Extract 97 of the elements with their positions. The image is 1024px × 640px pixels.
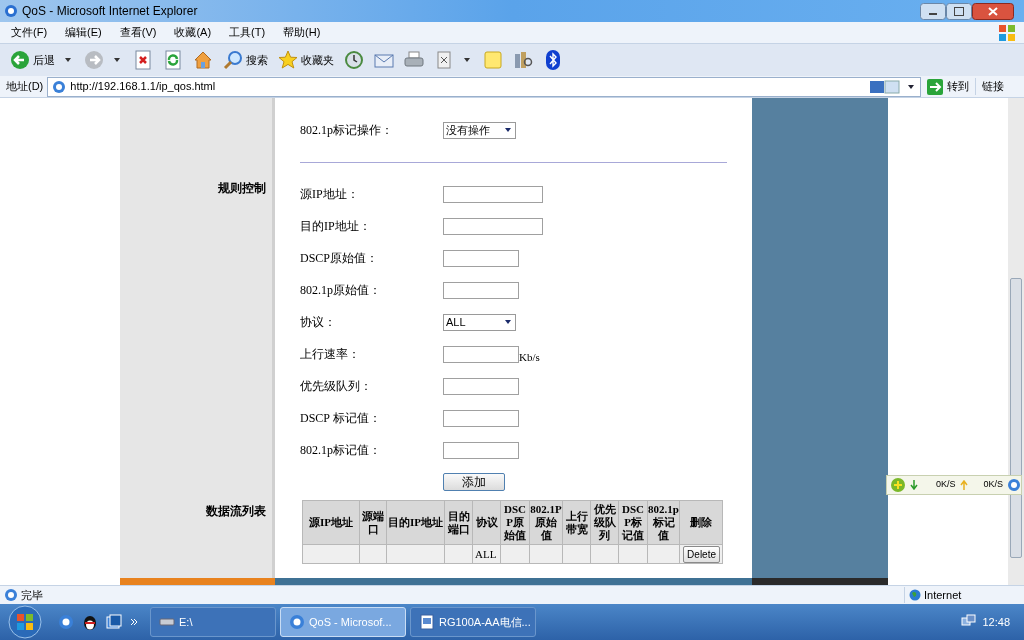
input-field[interactable]	[443, 441, 519, 459]
column-header: 上行带宽	[562, 500, 591, 545]
toolbar-label[interactable]: 搜索	[246, 51, 268, 69]
menu-item[interactable]: 文件(F)	[6, 24, 53, 41]
go-arrow-icon[interactable]	[927, 78, 943, 95]
security-icon	[870, 79, 902, 94]
address-label: 地址(D)	[6, 79, 44, 95]
column-header: 优先级队列	[590, 500, 619, 545]
section-label: 规则控制	[218, 180, 266, 197]
up-arrow-icon	[959, 480, 968, 490]
input-field[interactable]	[443, 409, 519, 427]
ie-logo-icon	[289, 614, 305, 630]
field-label: 目的IP地址：	[300, 218, 372, 235]
column-header: DSCP标记值	[618, 500, 648, 545]
field-label: 源IP地址：	[300, 186, 360, 203]
star-icon[interactable]	[278, 50, 298, 70]
ie-logo-icon	[1007, 478, 1022, 492]
document-icon	[419, 614, 435, 630]
add-button[interactable]: 添加	[443, 473, 505, 491]
toolbar-label[interactable]: 收藏夹	[301, 51, 334, 69]
document-icon[interactable]	[434, 50, 454, 70]
column-header: 802.1P原始值	[529, 500, 563, 545]
stop-icon[interactable]	[133, 50, 153, 70]
taskbar-button[interactable]: RG100A-AA电信...	[410, 607, 536, 637]
field-label: DSCP 标记值：	[300, 410, 382, 427]
upload-speed: 0K/S	[983, 478, 1004, 492]
menu-item[interactable]: 收藏(A)	[169, 24, 217, 41]
delete-button[interactable]: Delete	[683, 545, 720, 563]
input-field[interactable]	[443, 345, 519, 363]
books-icon[interactable]	[513, 50, 533, 70]
dropdown[interactable]: 没有操作	[443, 121, 516, 139]
start-button-icon[interactable]	[8, 605, 42, 639]
menu-item[interactable]: 帮助(H)	[278, 24, 326, 41]
globe-icon	[909, 589, 921, 601]
address-field[interactable]: http://192.168.1.1/ip_qos.html	[47, 76, 921, 97]
field-label: DSCP原始值：	[300, 250, 380, 267]
menu-item[interactable]: 工具(T)	[224, 24, 271, 41]
plus-icon	[890, 477, 906, 493]
menu-item[interactable]: 编辑(E)	[60, 24, 107, 41]
input-field[interactable]	[443, 185, 543, 203]
input-field[interactable]	[443, 281, 519, 299]
toolbar-label[interactable]: 后退	[33, 51, 55, 69]
go-button[interactable]: 转到	[947, 78, 969, 95]
dropdown[interactable]: ALL	[443, 313, 516, 331]
column-header: 源端口	[359, 500, 387, 545]
ie-logo-icon[interactable]	[58, 614, 74, 630]
column-header: 源IP地址	[302, 500, 360, 545]
taskbar-button[interactable]: E:\	[150, 607, 276, 637]
column-header: 协议	[472, 500, 501, 545]
down-arrow-icon	[910, 480, 918, 490]
window-title: QoS - Microsoft Internet Explorer	[22, 3, 198, 20]
windows-logo-icon	[998, 23, 1016, 42]
ie-logo-icon	[4, 4, 18, 18]
scrollbar-thumb[interactable]	[1010, 278, 1022, 558]
field-label: 协议：	[300, 314, 337, 331]
column-header: 目的端口	[444, 500, 473, 545]
caret-icon[interactable]	[461, 56, 473, 64]
chevron-icon[interactable]	[130, 618, 138, 626]
field-label: 802.1p原始值：	[300, 282, 382, 299]
unit-label: Kb/s	[519, 349, 540, 365]
column-header: 802.1p标记值	[647, 500, 680, 545]
minimize-icon[interactable]	[920, 2, 946, 20]
zone-label: Internet	[924, 587, 962, 603]
links-button[interactable]: 链接	[975, 78, 1010, 95]
penguin-icon[interactable]	[82, 614, 98, 630]
history-icon[interactable]	[344, 50, 364, 70]
status-text: 完毕	[21, 587, 44, 603]
window-switch-icon[interactable]	[106, 614, 122, 630]
section-label: 数据流列表	[206, 503, 266, 520]
printer-icon[interactable]	[404, 50, 424, 70]
menu-item[interactable]: 查看(V)	[114, 24, 162, 41]
caret-icon[interactable]	[62, 56, 74, 64]
caret-icon	[504, 127, 512, 133]
caret-icon[interactable]	[906, 82, 916, 91]
download-speed: 0K/S	[936, 478, 956, 492]
input-field[interactable]	[443, 249, 519, 267]
table-cell: ALL	[472, 544, 501, 564]
clock: 12:48	[982, 614, 1010, 630]
column-header: 目的IP地址	[386, 500, 445, 545]
field-label: 802.1p标记值：	[300, 442, 382, 459]
field-label: 802.1p标记操作：	[300, 122, 394, 139]
input-field[interactable]	[443, 377, 519, 395]
column-header: 删除	[679, 500, 723, 545]
page-icon	[4, 588, 18, 602]
page-icon	[52, 79, 67, 94]
input-field[interactable]	[443, 217, 543, 235]
column-header: DSCP原始值	[500, 500, 530, 545]
maximize-icon[interactable]	[946, 2, 972, 20]
search-icon[interactable]	[223, 50, 243, 70]
close-icon[interactable]	[972, 2, 1014, 20]
refresh-icon[interactable]	[163, 50, 183, 70]
caret-icon[interactable]	[111, 56, 123, 64]
field-label: 优先级队列：	[300, 378, 373, 395]
caret-icon	[504, 319, 512, 325]
bluetooth-icon[interactable]	[543, 50, 563, 70]
field-label: 上行速率：	[300, 346, 361, 363]
home-icon[interactable]	[193, 50, 213, 70]
